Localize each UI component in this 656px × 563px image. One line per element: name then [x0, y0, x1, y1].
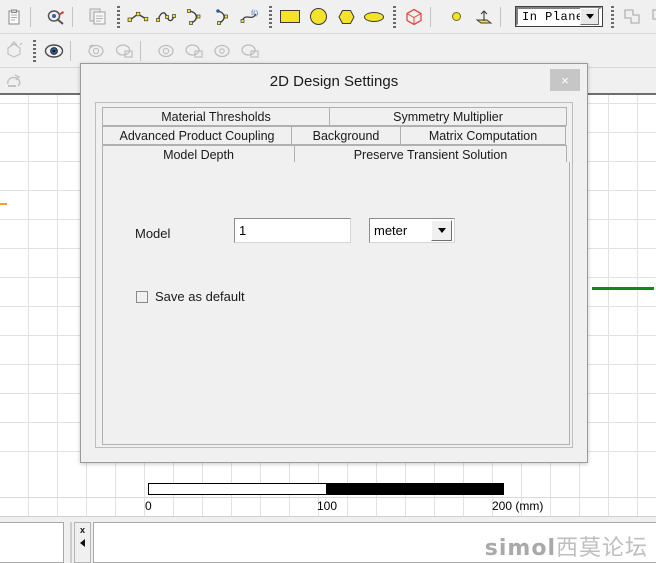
draw-arc-center-icon[interactable] — [180, 3, 208, 31]
zoom-view-icon[interactable] — [152, 37, 180, 65]
draw-arc-3point-icon[interactable] — [208, 3, 236, 31]
toolbar-grip[interactable] — [32, 39, 36, 62]
copy-pages-icon[interactable] — [84, 3, 112, 31]
tab-label: Matrix Computation — [428, 128, 538, 143]
tab-row-2: Advanced Product Coupling Background Mat… — [102, 126, 570, 145]
scale-label-min: 0 — [145, 499, 152, 513]
scale-bar-segment-dark — [326, 484, 503, 494]
tab-background[interactable]: Background — [291, 126, 401, 145]
tab-label: Material Thresholds — [161, 109, 271, 124]
draw-equation-curve-icon[interactable]: f() — [236, 3, 264, 31]
scale-rule-line — [0, 497, 656, 498]
boolean-subtract-icon[interactable] — [646, 3, 656, 31]
tab-advanced-product-coupling[interactable]: Advanced Product Coupling — [102, 126, 292, 145]
zoom-selection-icon[interactable] — [236, 37, 264, 65]
scale-bar-area: 0 100 200 (mm) — [0, 476, 656, 516]
watermark-latin: simol — [484, 536, 556, 561]
dialog-title: 2D Design Settings — [269, 73, 399, 90]
scale-bar — [148, 483, 504, 495]
toolbar-grip[interactable] — [610, 5, 614, 28]
close-icon[interactable]: x — [80, 525, 85, 536]
save-as-default-label: Save as default — [155, 289, 245, 304]
create-3d-object-icon[interactable] — [400, 3, 428, 31]
close-icon[interactable]: × — [550, 69, 580, 91]
toolbar-separator — [72, 6, 82, 27]
tab-symmetry-multiplier[interactable]: Symmetry Multiplier — [329, 107, 567, 126]
pick-probe-icon[interactable] — [42, 3, 70, 31]
dialog-body: Material Thresholds Symmetry Multiplier … — [95, 102, 573, 448]
pan-view-icon[interactable] — [110, 37, 138, 65]
chevron-left-icon[interactable] — [80, 539, 85, 547]
chevron-down-icon[interactable] — [431, 220, 452, 241]
toolbar-grip[interactable] — [392, 5, 396, 28]
zoom-window-icon[interactable] — [180, 37, 208, 65]
zoom-fit-icon[interactable] — [208, 37, 236, 65]
toolbar-separator — [500, 6, 510, 27]
view-eye-icon[interactable] — [40, 37, 68, 65]
draw-plane-select-value: In Plane — [522, 9, 580, 24]
toolbar-grip[interactable] — [116, 5, 120, 28]
message-panel[interactable]: simol西莫论坛 — [93, 522, 656, 563]
rotate-view-icon[interactable] — [82, 37, 110, 65]
design-settings-dialog: 2D Design Settings × Material Thresholds… — [80, 63, 588, 463]
draw-polygon-icon[interactable] — [332, 3, 360, 31]
model-depth-input[interactable] — [234, 218, 351, 243]
bottom-left-panel[interactable] — [0, 522, 64, 563]
toolbar-separator — [30, 6, 40, 27]
save-as-default-checkbox[interactable] — [136, 290, 148, 303]
draw-plane-icon[interactable] — [470, 3, 498, 31]
toolbar-draw: f() In Plane — [0, 0, 656, 34]
dock-splitter[interactable] — [70, 522, 72, 563]
boolean-unite-icon[interactable] — [618, 3, 646, 31]
tab-label: Preserve Transient Solution — [353, 147, 508, 162]
tabstrip: Material Thresholds Symmetry Multiplier … — [102, 107, 570, 164]
draw-rectangle-icon[interactable] — [276, 3, 304, 31]
draw-circle-icon[interactable] — [304, 3, 332, 31]
toolbar-separator — [140, 40, 150, 61]
draw-plane-select[interactable]: In Plane — [516, 7, 602, 26]
toolbar-grip[interactable] — [268, 5, 272, 28]
dialog-titlebar[interactable]: 2D Design Settings × — [81, 64, 587, 99]
watermark-cjk: 西莫论坛 — [555, 536, 648, 561]
tab-label: Background — [312, 128, 380, 143]
clipboard-icon[interactable] — [0, 3, 28, 31]
save-as-default-row[interactable]: Save as default — [136, 289, 245, 304]
tab-panel-model-depth: Model meter Save as default — [102, 162, 570, 445]
svg-text:f(): f() — [251, 9, 259, 17]
tab-label: Symmetry Multiplier — [393, 109, 503, 124]
tab-label: Advanced Product Coupling — [119, 128, 275, 143]
model-depth-unit-select[interactable]: meter — [369, 218, 455, 243]
watermark: simol西莫论坛 — [485, 530, 648, 562]
scale-label-max: 200 (mm) — [492, 499, 544, 513]
draw-spline-icon[interactable] — [152, 3, 180, 31]
toolbar-separator — [430, 6, 440, 27]
model-depth-unit-value: meter — [374, 223, 408, 238]
application-window: f() In Plane 0 100 200 (mm) x simol西莫论坛 … — [0, 0, 656, 563]
orange-edge-line — [0, 203, 7, 205]
tab-matrix-computation[interactable]: Matrix Computation — [400, 126, 566, 145]
bottom-panel-controls: x — [74, 522, 91, 563]
scale-bar-segment-light — [149, 484, 326, 494]
scale-label-mid: 100 — [317, 499, 338, 513]
redo-icon[interactable] — [0, 67, 28, 95]
draw-point-icon[interactable] — [442, 3, 470, 31]
green-edge-line — [592, 287, 654, 290]
tab-label: Model Depth — [163, 147, 234, 162]
draw-ellipse-icon[interactable] — [360, 3, 388, 31]
draw-line-icon[interactable] — [124, 3, 152, 31]
bottom-dock: x simol西莫论坛 — [0, 516, 656, 563]
tab-row-1: Material Thresholds Symmetry Multiplier — [102, 107, 570, 126]
model-depth-label: Model — [135, 226, 171, 241]
tab-material-thresholds[interactable]: Material Thresholds — [102, 107, 330, 126]
chevron-down-icon[interactable] — [580, 8, 599, 25]
fit-all-icon[interactable] — [0, 37, 28, 65]
toolbar-separator — [70, 40, 80, 61]
